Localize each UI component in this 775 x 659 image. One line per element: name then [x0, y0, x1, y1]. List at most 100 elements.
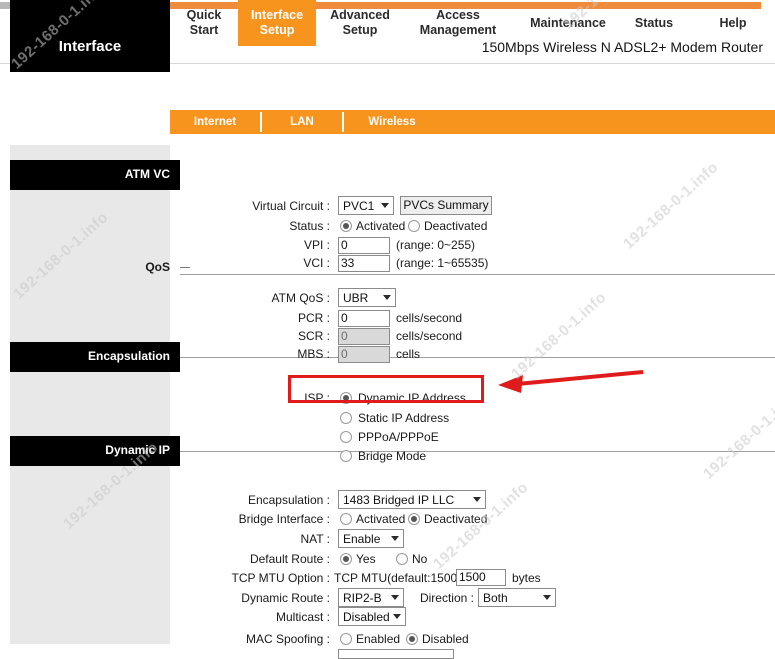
tab-line1: Access [436, 8, 480, 22]
tab-maintenance[interactable]: Maintenance [518, 0, 618, 46]
dynamic-route-select[interactable]: RIP2-B [338, 588, 404, 607]
mbs-input[interactable]: 0 [338, 346, 390, 363]
pvcs-summary-button[interactable]: PVCs Summary [400, 196, 492, 215]
direction-value: Both [483, 591, 508, 605]
nat-select[interactable]: Enable [338, 529, 404, 548]
isp-bridge-mode-label: Bridge Mode [358, 449, 427, 463]
tab-line1: Maintenance [530, 16, 606, 30]
atm-qos-label: ATM QoS : [271, 291, 330, 305]
scr-unit: cells/second [396, 329, 463, 343]
default-route-no-radio[interactable] [396, 553, 408, 565]
vpi-value: 0 [341, 238, 348, 252]
chevron-down-icon [391, 595, 399, 600]
chevron-down-icon [391, 536, 399, 541]
section-label: Encapsulation [87, 349, 170, 363]
tab-line1: Status [634, 16, 674, 30]
encapsulation-select[interactable]: 1483 Bridged IP LLC [338, 490, 486, 509]
subtab-label: Internet [193, 116, 237, 128]
direction-select[interactable]: Both [478, 588, 556, 607]
tab-line1: Quick [186, 8, 222, 22]
default-route-yes-radio[interactable] [340, 553, 352, 565]
tab-line1: Interface [250, 8, 304, 22]
status-activated-label: Activated [356, 219, 406, 233]
subtab-label: LAN [290, 116, 314, 128]
vpi-label: VPI : [303, 238, 330, 252]
section-header-encapsulation: Encapsulation [10, 342, 180, 372]
tcp-mtu-value: 1500 [459, 570, 486, 584]
vpi-range-text: (range: 0~255) [396, 238, 476, 252]
annotation-highlight-box [288, 375, 484, 403]
section-label: Dynamic IP [105, 443, 170, 457]
tab-access-management[interactable]: Access Management [404, 0, 512, 46]
isp-static-ip-radio[interactable] [340, 412, 352, 424]
vci-label: VCI : [303, 256, 330, 270]
bridge-deactivated-label: Deactivated [424, 512, 488, 526]
scr-input[interactable]: 0 [338, 328, 390, 345]
mac-address-input[interactable] [338, 649, 454, 659]
section-header-dynamic-ip: Dynamic IP [10, 436, 180, 466]
pcr-unit: cells/second [396, 311, 463, 325]
isp-bridge-mode-radio[interactable] [340, 450, 352, 462]
default-route-no-label: No [412, 552, 428, 566]
chevron-down-icon [473, 497, 481, 502]
tab-interface-setup[interactable]: Interface Setup [238, 0, 316, 46]
multicast-select[interactable]: Disabled [338, 607, 406, 626]
scr-value: 0 [341, 329, 348, 343]
subtab-internet[interactable]: Internet [170, 110, 260, 134]
bridge-activated-radio[interactable] [340, 513, 352, 525]
pvcs-summary-label: PVCs Summary [403, 198, 489, 212]
sub-navigation: Internet LAN Wireless [170, 110, 775, 134]
mac-spoofing-disabled-radio[interactable] [406, 633, 418, 645]
virtual-circuit-label: Virtual Circuit : [252, 199, 330, 213]
isp-pppoa-pppoe-label: PPPoA/PPPoE [358, 430, 439, 444]
nat-value: Enable [343, 532, 381, 546]
chevron-down-icon [393, 614, 401, 619]
tab-line2: Start [189, 23, 219, 37]
vci-input[interactable]: 33 [338, 255, 390, 272]
pcr-value: 0 [341, 311, 348, 325]
divider-encapsulation-dynamic [180, 451, 775, 452]
tab-status[interactable]: Status [620, 0, 688, 46]
annotation-arrow-icon [498, 370, 644, 393]
tab-quick-start[interactable]: Quick Start [170, 0, 238, 46]
mac-spoofing-enabled-radio[interactable] [340, 633, 352, 645]
tab-advanced-setup[interactable]: Advanced Setup [316, 0, 404, 46]
subtab-wireless[interactable]: Wireless [344, 110, 440, 134]
status-label: Status : [289, 219, 330, 233]
divider-atm-qos [180, 274, 775, 275]
atm-qos-value: UBR [343, 291, 369, 305]
vci-range-text: (range: 1~65535) [396, 256, 489, 270]
tcp-mtu-input[interactable]: 1500 [456, 569, 506, 586]
chevron-down-icon [381, 203, 389, 208]
tab-line2: Setup [342, 23, 378, 37]
bridge-activated-label: Activated [356, 512, 406, 526]
status-deactivated-radio[interactable] [408, 220, 420, 232]
section-label: QoS [145, 260, 170, 274]
virtual-circuit-value: PVC1 [343, 199, 375, 213]
pcr-label: PCR : [297, 311, 330, 325]
tab-help[interactable]: Help [704, 0, 762, 46]
sidebar-header-label: Interface [58, 38, 122, 55]
pcr-input[interactable]: 0 [338, 310, 390, 327]
multicast-value: Disabled [343, 610, 390, 624]
mbs-unit: cells [396, 347, 421, 361]
tab-line1: Help [719, 16, 747, 30]
mbs-value: 0 [341, 347, 348, 361]
tcp-mtu-unit: bytes [512, 571, 541, 585]
default-route-yes-label: Yes [356, 552, 376, 566]
tab-line2: Management [419, 23, 497, 37]
atm-qos-select[interactable]: UBR [338, 288, 396, 307]
isp-pppoa-pppoe-radio[interactable] [340, 431, 352, 443]
isp-static-ip-label: Static IP Address [358, 411, 450, 425]
bridge-deactivated-radio[interactable] [408, 513, 420, 525]
vpi-input[interactable]: 0 [338, 237, 390, 254]
subtab-lan[interactable]: LAN [262, 110, 342, 134]
scr-label: SCR : [297, 329, 330, 343]
tab-line2: Setup [259, 23, 295, 37]
default-route-label: Default Route : [249, 552, 330, 566]
virtual-circuit-select[interactable]: PVC1 [338, 196, 394, 215]
status-deactivated-label: Deactivated [424, 219, 488, 233]
nat-label: NAT : [300, 532, 330, 546]
vci-value: 33 [341, 256, 355, 270]
status-activated-radio[interactable] [340, 220, 352, 232]
